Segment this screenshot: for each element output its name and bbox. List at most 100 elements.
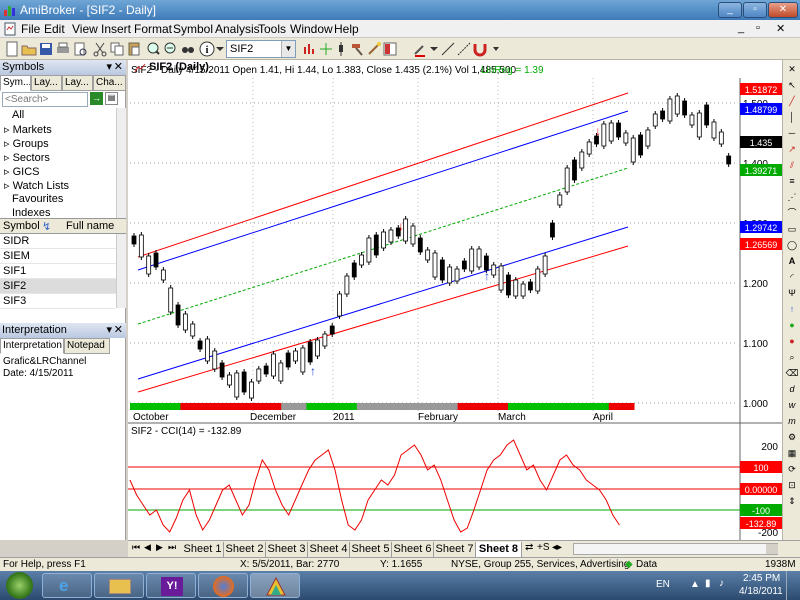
tab-sheet-7[interactable]: Sheet 7 [434, 542, 476, 557]
go-arrow-icon[interactable]: → [90, 92, 103, 105]
print-icon[interactable] [55, 41, 71, 57]
wand-icon[interactable] [366, 41, 382, 57]
prev-sheet-icon[interactable]: ◀ [144, 542, 151, 553]
menu-tools[interactable]: Tools [258, 22, 286, 36]
list-item-selected[interactable]: SIF2 [0, 279, 116, 294]
yahoo-messenger-taskbar-icon[interactable]: Y! [146, 573, 196, 598]
gann-icon[interactable]: ⋰ [785, 190, 799, 204]
sheet-add-icon[interactable]: +S [537, 542, 550, 553]
tab-sheet-6[interactable]: Sheet 6 [392, 542, 434, 557]
ellipse-icon[interactable]: ◯ [785, 238, 799, 252]
tab-symbols[interactable]: Sym... [0, 75, 31, 91]
clock-date[interactable]: 4/18/2011 [739, 586, 783, 597]
tray-arrow-icon[interactable]: ▲ [690, 579, 700, 590]
properties-icon[interactable]: ⚙ [785, 430, 799, 444]
network-icon[interactable]: ▮ [705, 578, 711, 589]
ie-taskbar-icon[interactable]: e [42, 573, 92, 598]
save-icon[interactable] [38, 41, 54, 57]
refresh-icon[interactable]: ⟳ [785, 462, 799, 476]
tab-sheet-5[interactable]: Sheet 5 [350, 542, 392, 557]
magnet-icon[interactable] [472, 41, 488, 57]
fibonacci-icon[interactable]: ≡ [785, 174, 799, 188]
ok-icon[interactable]: ● [785, 318, 799, 332]
weekly-icon[interactable]: w [785, 398, 799, 412]
tree-item-sectors[interactable]: ▹ Sectors [4, 151, 50, 164]
line-tool-icon[interactable] [440, 41, 456, 57]
zoom-out-icon[interactable] [163, 41, 179, 57]
tab-sheet-8[interactable]: Sheet 8 [476, 542, 522, 557]
ray-icon[interactable]: ↗ [785, 142, 799, 156]
doc-close-button[interactable]: ✕ [776, 22, 785, 35]
tree-item-watchlists[interactable]: ▹ Watch Lists [4, 179, 69, 192]
list-item[interactable]: SIEM [0, 249, 116, 264]
paste-icon[interactable] [126, 41, 142, 57]
lock-icon[interactable]: ⊡ [785, 478, 799, 492]
trendline-icon[interactable]: ╱ [785, 94, 799, 108]
language-indicator[interactable]: EN [656, 579, 670, 590]
list-item[interactable]: SIF1 [0, 264, 116, 279]
windows-start-icon[interactable] [6, 572, 33, 599]
next-sheet-icon[interactable]: ▶ [156, 542, 163, 553]
tab-interpretation[interactable]: Interpretation [0, 338, 64, 354]
tab-charts[interactable]: Cha... [93, 75, 126, 91]
cut-icon[interactable] [92, 41, 108, 57]
tab-sheet-3[interactable]: Sheet 3 [266, 542, 308, 557]
sheet-scroll-icon[interactable]: ⇄ [525, 542, 533, 553]
doc-restore-button[interactable]: ▫ [756, 22, 760, 34]
tree-item-markets[interactable]: ▹ Markets [4, 123, 52, 136]
tab-sheet-1[interactable]: Sheet 1 [182, 542, 224, 557]
tree-item-favourites[interactable]: Favourites [12, 193, 63, 205]
tree-item-all[interactable]: All [12, 109, 24, 121]
print-preview-icon[interactable] [72, 41, 88, 57]
menu-window[interactable]: Window [290, 22, 333, 36]
menu-insert[interactable]: Insert [101, 22, 131, 36]
daily-icon[interactable]: d [785, 382, 799, 396]
zoom-icon[interactable]: ⌕ [785, 350, 799, 364]
explorer-taskbar-icon[interactable] [94, 573, 144, 598]
col-symbol[interactable]: Symbol [3, 220, 40, 232]
cycles-icon[interactable]: ⌒ [785, 206, 799, 220]
scroll-icon[interactable]: ⇕ [785, 494, 799, 508]
rectangle-icon[interactable]: ▭ [785, 222, 799, 236]
new-file-icon[interactable] [4, 41, 20, 57]
volume-icon[interactable]: ♪ [719, 578, 724, 589]
channel-icon[interactable]: ⫽ [785, 158, 799, 172]
up-arrow-icon[interactable]: ↑ [785, 302, 799, 316]
menu-symbol[interactable]: Symbol [173, 22, 213, 36]
col-fullname[interactable]: Full name [66, 220, 114, 232]
arrow-select-icon[interactable]: ↖ [785, 78, 799, 92]
hammer-icon[interactable] [350, 41, 366, 57]
close-icon[interactable]: ✕ [114, 323, 123, 338]
maximize-button[interactable]: ▫ [743, 2, 767, 18]
crosshair-icon[interactable] [318, 41, 334, 57]
layout-icon[interactable] [382, 41, 398, 57]
sort-icon[interactable]: ↯ [42, 220, 51, 233]
menu-format[interactable]: Format [134, 22, 172, 36]
copy-icon[interactable] [109, 41, 125, 57]
horizontal-scrollbar[interactable] [573, 543, 778, 555]
text-icon[interactable]: A [785, 254, 799, 268]
ray-tool-icon[interactable] [456, 41, 472, 57]
clock-time[interactable]: 2:45 PM [743, 573, 780, 584]
pin-icon[interactable]: ▾ [106, 60, 112, 75]
symbol-combo[interactable]: SIF2 ▼ [226, 40, 296, 58]
scrollbar-thumb[interactable] [766, 544, 778, 554]
first-sheet-icon[interactable]: ⏮ [132, 542, 140, 553]
filter-icon[interactable]: ▤ [105, 92, 118, 105]
tree-item-gics[interactable]: ▹ GICS [4, 165, 39, 178]
arc-icon[interactable]: ◜ [785, 270, 799, 284]
layers-icon[interactable]: ▦ [785, 446, 799, 460]
vertical-line-icon[interactable]: │ [785, 110, 799, 124]
collapse-icon[interactable]: ✕ [785, 62, 799, 76]
tab-sheet-4[interactable]: Sheet 4 [308, 542, 350, 557]
candlestick-icon[interactable] [334, 41, 350, 57]
tab-notepad[interactable]: Notepad [64, 338, 110, 354]
menu-edit[interactable]: Edit [44, 22, 65, 36]
menu-file[interactable]: File [21, 22, 40, 36]
toolbar-more-icon[interactable] [488, 41, 504, 57]
monthly-icon[interactable]: m [785, 414, 799, 428]
firefox-taskbar-icon[interactable] [198, 573, 248, 598]
horizontal-line-icon[interactable]: ─ [785, 126, 799, 140]
minimize-button[interactable]: _ [718, 2, 742, 18]
zoom-in-icon[interactable] [146, 41, 162, 57]
